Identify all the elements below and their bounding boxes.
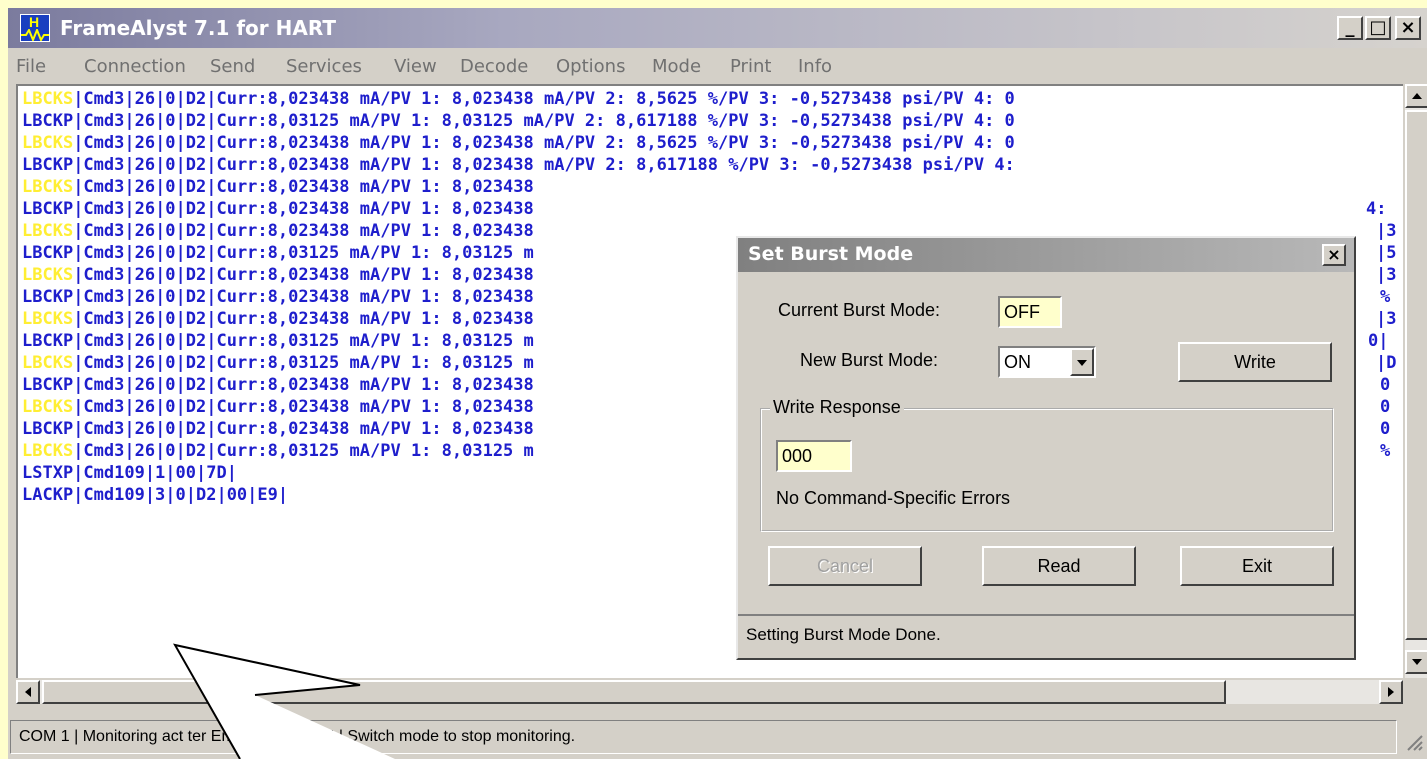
log-line: LBCKS|Cmd3|26|0|D2|Curr:8,023438 mA/PV 1… <box>22 133 1015 153</box>
scroll-left-button[interactable] <box>16 680 40 704</box>
current-burst-mode-field: OFF <box>998 296 1062 328</box>
log-fragment: |3 <box>1376 265 1397 285</box>
log-line: LBCKP|Cmd3|26|0|D2|Curr:8,023438 mA/PV 1… <box>22 419 534 439</box>
log-line: LBCKS|Cmd3|26|0|D2|Curr:8,023438 mA/PV 1… <box>22 397 534 417</box>
log-line: LBCKP|Cmd3|26|0|D2|Curr:8,023438 mA/PV 1… <box>22 155 1015 175</box>
menu-mode[interactable]: Mode <box>652 56 701 77</box>
arrow-up-icon <box>1412 93 1422 99</box>
scroll-down-button[interactable] <box>1405 650 1427 674</box>
new-burst-mode-value: ON <box>1004 352 1031 372</box>
write-button[interactable]: Write <box>1178 342 1332 382</box>
log-line: LBCKP|Cmd3|26|0|D2|Curr:8,023438 mA/PV 1… <box>22 375 534 395</box>
log-fragment: |5 <box>1376 243 1397 263</box>
menu-options[interactable]: Options <box>556 56 625 77</box>
menu-print[interactable]: Print <box>730 56 771 77</box>
menu-view[interactable]: View <box>394 56 437 77</box>
log-fragment: 0 <box>1380 397 1391 417</box>
scroll-up-button[interactable] <box>1405 84 1427 108</box>
vertical-scrollbar[interactable] <box>1405 84 1427 678</box>
vertical-scroll-thumb[interactable] <box>1405 110 1427 640</box>
close-icon: × <box>1400 17 1416 38</box>
menu-info[interactable]: Info <box>798 56 832 77</box>
menu-services[interactable]: Services <box>286 56 362 77</box>
maximize-button[interactable]: □ <box>1365 16 1391 40</box>
new-burst-mode-label: New Burst Mode: <box>800 350 939 370</box>
new-burst-mode-select[interactable]: ON <box>998 346 1096 378</box>
response-code-field: 000 <box>776 440 852 472</box>
log-fragment: % <box>1380 287 1391 307</box>
horizontal-scrollbar[interactable] <box>16 680 1403 704</box>
log-line: LBCKP|Cmd3|26|0|D2|Curr:8,03125 mA/PV 1:… <box>22 331 534 351</box>
dialog-title: Set Burst Mode <box>748 243 914 265</box>
log-line: LBCKP|Cmd3|26|0|D2|Curr:8,03125 mA/PV 1:… <box>22 111 1015 131</box>
log-fragment: |3 <box>1376 309 1397 329</box>
menu-connection[interactable]: Connection <box>84 56 186 77</box>
close-icon: × <box>1327 245 1341 264</box>
response-message: No Command-Specific Errors <box>776 488 1011 508</box>
arrow-left-icon <box>25 687 31 697</box>
log-fragment: 0| <box>1368 331 1389 351</box>
dialog-close-button[interactable]: × <box>1322 244 1346 266</box>
log-line: LBCKP|Cmd3|26|0|D2|Curr:8,023438 mA/PV 1… <box>22 199 534 219</box>
scroll-right-button[interactable] <box>1379 680 1403 704</box>
log-line: LBCKS|Cmd3|26|0|D2|Curr:8,03125 mA/PV 1:… <box>22 353 534 373</box>
maximize-icon: □ <box>1369 17 1387 38</box>
minimize-icon: _ <box>1345 17 1355 38</box>
log-line: LACKP|Cmd109|3|0|D2|00|E9| <box>22 485 289 505</box>
window-title: FrameAlyst 7.1 for HART <box>60 16 336 40</box>
log-line: LBCKP|Cmd3|26|0|D2|Curr:8,03125 mA/PV 1:… <box>22 243 534 263</box>
app-logo-letter: H <box>29 14 40 30</box>
log-fragment: |D <box>1376 353 1397 373</box>
current-burst-mode-label: Current Burst Mode: <box>778 300 941 320</box>
log-line: LBCKS|Cmd3|26|0|D2|Curr:8,023438 mA/PV 1… <box>22 89 1015 109</box>
arrow-right-icon <box>1388 687 1394 697</box>
log-fragment: 4: <box>1366 199 1387 219</box>
title-bar[interactable]: H FrameAlyst 7.1 for HART _ □ × <box>8 8 1427 48</box>
log-fragment: 0 <box>1380 419 1391 439</box>
write-response-title: Write Response <box>770 397 904 418</box>
app-logo-icon: H <box>20 14 50 42</box>
chevron-down-icon <box>1077 360 1087 366</box>
log-line: LSTXP|Cmd109|1|00|7D| <box>22 463 237 483</box>
log-fragment: 0 <box>1380 375 1391 395</box>
app-window: H FrameAlyst 7.1 for HART _ □ × File Con… <box>8 8 1427 759</box>
read-button[interactable]: Read <box>982 546 1136 586</box>
resize-grip-icon[interactable] <box>1404 732 1424 752</box>
log-line: LBCKP|Cmd3|26|0|D2|Curr:8,023438 mA/PV 1… <box>22 287 534 307</box>
close-button[interactable]: × <box>1395 16 1421 40</box>
log-fragment: % <box>1380 441 1391 461</box>
log-line: LBCKS|Cmd3|26|0|D2|Curr:8,023438 mA/PV 1… <box>22 309 534 329</box>
exit-button[interactable]: Exit <box>1180 546 1334 586</box>
set-burst-mode-dialog: Set Burst Mode × Current Burst Mode: OFF… <box>736 236 1356 660</box>
menu-bar: File Connection Send Services View Decod… <box>8 52 1427 82</box>
log-line: LBCKS|Cmd3|26|0|D2|Curr:8,03125 mA/PV 1:… <box>22 441 534 461</box>
menu-send[interactable]: Send <box>210 56 255 77</box>
status-bar: COM 1 | Monitoring act ter Emulator acti… <box>10 720 1397 754</box>
menu-decode[interactable]: Decode <box>460 56 528 77</box>
menu-file[interactable]: File <box>16 56 46 77</box>
log-line: LBCKS|Cmd3|26|0|D2|Curr:8,023438 mA/PV 1… <box>22 221 534 241</box>
log-line: LBCKS|Cmd3|26|0|D2|Curr:8,023438 mA/PV 1… <box>22 177 534 197</box>
cancel-button[interactable]: Cancel <box>768 546 922 586</box>
write-response-group: Write Response 000 No Command-Specific E… <box>760 397 1334 532</box>
arrow-down-icon <box>1412 659 1422 665</box>
minimize-button[interactable]: _ <box>1337 16 1363 40</box>
log-line: LBCKS|Cmd3|26|0|D2|Curr:8,023438 mA/PV 1… <box>22 265 534 285</box>
log-fragment: |3 <box>1376 221 1397 241</box>
horizontal-scroll-thumb[interactable] <box>42 680 1226 704</box>
dialog-title-bar[interactable]: Set Burst Mode × <box>738 238 1354 272</box>
dropdown-button[interactable] <box>1070 348 1094 376</box>
dialog-status: Setting Burst Mode Done. <box>738 614 1354 658</box>
